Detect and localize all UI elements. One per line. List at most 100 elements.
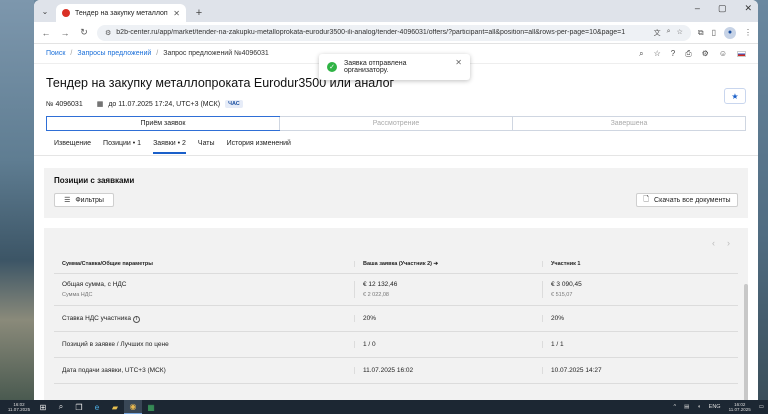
- edge-icon[interactable]: e: [88, 400, 106, 414]
- tender-header: Тендер на закупку металлопроката Eurodur…: [34, 76, 758, 108]
- filters-button[interactable]: ☰ Фильтры: [54, 193, 114, 207]
- tab-search-icon[interactable]: ⌄: [38, 4, 52, 18]
- back-icon[interactable]: ←: [40, 27, 52, 39]
- page-tabs: Извещение Позиции • 1 Заявки • 2 Чаты Ис…: [34, 140, 758, 156]
- scrollbar-thumb[interactable]: [744, 284, 748, 400]
- menu-icon[interactable]: ⋮: [744, 28, 752, 37]
- row-label: Общая сумма, с НДС: [62, 281, 127, 288]
- prev-page-icon[interactable]: ‹: [712, 238, 715, 248]
- close-icon[interactable]: ✕: [455, 58, 462, 67]
- help-icon[interactable]: ?: [671, 49, 675, 58]
- tab-history[interactable]: История изменений: [227, 140, 291, 152]
- info-icon[interactable]: i: [132, 315, 140, 323]
- stage-review: Рассмотрение: [279, 117, 512, 130]
- left-date: 11.07.2025: [7, 407, 31, 412]
- chrome-icon[interactable]: ◉: [124, 400, 142, 414]
- address-bar[interactable]: ⚙ b2b-center.ru/app/market/tender-na-zak…: [97, 24, 691, 41]
- breadcrumb-current: Запрос предложений №4096031: [163, 50, 269, 57]
- settings-icon[interactable]: ⚙: [702, 49, 709, 58]
- profile-avatar-icon[interactable]: ●: [724, 26, 736, 39]
- network-icon[interactable]: ▤: [684, 404, 689, 410]
- language-flag-icon[interactable]: [737, 50, 746, 57]
- breadcrumb-separator: /: [156, 50, 159, 57]
- your-vat-rate: 20%: [354, 315, 542, 322]
- bookmark-star-icon[interactable]: ☆: [677, 28, 683, 38]
- row-label: Дата подачи заявки, UTC+3 (МСК): [62, 367, 166, 374]
- stage-completed: Завершена: [512, 117, 745, 130]
- tender-number: № 4096031: [46, 100, 83, 108]
- calendar-icon: ▦: [96, 101, 104, 108]
- row-label: Позиций в заявке / Лучших по цене: [62, 341, 169, 348]
- header-your-bid-label: Ваша заявка (Участник 2): [363, 260, 432, 267]
- p1-positions: 1 / 1: [542, 341, 738, 348]
- clock-date: 11.07.2025: [728, 407, 751, 412]
- scrollbar[interactable]: [744, 278, 748, 400]
- tab-chats[interactable]: Чаты: [198, 140, 215, 152]
- file-explorer-icon[interactable]: ▰: [106, 400, 124, 414]
- favorite-star-button[interactable]: ★: [724, 88, 746, 104]
- your-positions: 1 / 0: [354, 341, 542, 348]
- filters-label: Фильтры: [75, 196, 104, 204]
- close-window-icon[interactable]: ✕: [744, 3, 752, 14]
- tab-bids[interactable]: Заявки • 2: [153, 140, 186, 154]
- table-row: Общая сумма, с НДС Сумма НДС € 12 132,46…: [54, 274, 738, 306]
- notifications-icon[interactable]: ▭: [759, 404, 764, 410]
- stage-progress: Приём заявок Рассмотрение Завершена: [46, 116, 746, 131]
- reload-icon[interactable]: ↻: [78, 27, 90, 39]
- p1-submit-date: 10.07.2025 14:27: [542, 367, 738, 374]
- user-icon[interactable]: ☺: [719, 49, 727, 58]
- breadcrumb: Поиск / Запросы предложений / Запрос пре…: [46, 50, 269, 57]
- url-text[interactable]: b2b-center.ru/app/market/tender-na-zakup…: [116, 29, 648, 36]
- minimize-icon[interactable]: –: [695, 3, 700, 14]
- arrow-right-circle-icon[interactable]: ➔: [434, 261, 439, 267]
- forward-icon[interactable]: →: [59, 27, 71, 39]
- positions-title: Позиции с заявками: [54, 176, 135, 185]
- download-all-button[interactable]: 🗋 Скачать все документы: [636, 193, 738, 207]
- windows-start-icon[interactable]: ⊞: [34, 400, 52, 414]
- p1-vat-rate: 20%: [542, 315, 738, 322]
- tray-chevron-icon[interactable]: ^: [674, 404, 677, 410]
- extensions-icon[interactable]: ⧉: [698, 28, 704, 38]
- favorites-icon[interactable]: ☆: [654, 49, 661, 58]
- search-icon[interactable]: ⌕: [639, 49, 643, 59]
- notification-toast: ✓ Заявка отправлена организатору. ✕: [319, 54, 470, 80]
- table-header-row: Сумма/Ставка/Общие параметры Ваша заявка…: [54, 254, 738, 274]
- taskbar: 16:02 11.07.2025 ⊞ ⌕ ❐ e ▰ ◉ ▦ ^ ▤ ◖ ENG…: [0, 400, 768, 414]
- comparison-table: Сумма/Ставка/Общие параметры Ваша заявка…: [54, 254, 738, 384]
- success-check-icon: ✓: [327, 62, 337, 72]
- translate-icon[interactable]: 文: [654, 28, 661, 38]
- tab-title: Тендер на закупку металлопрока: [75, 9, 168, 17]
- browser-toolbar: ← → ↻ ⚙ b2b-center.ru/app/market/tender-…: [34, 22, 758, 44]
- breadcrumb-requests-link[interactable]: Запросы предложений: [77, 50, 151, 57]
- breadcrumb-search-link[interactable]: Поиск: [46, 50, 65, 57]
- timezone-badge: ЧАС: [225, 100, 243, 108]
- bids-comparison-panel: ‹ › Сумма/Ставка/Общие параметры Ваша за…: [44, 228, 748, 400]
- document-icon: 🗋: [643, 195, 650, 203]
- sidebar-icon[interactable]: ▯: [712, 28, 716, 37]
- tab-notice[interactable]: Извещение: [54, 140, 91, 152]
- header-params: Сумма/Ставка/Общие параметры: [62, 260, 153, 267]
- header-your-bid: Ваша заявка (Участник 2) ➔: [354, 260, 542, 267]
- print-icon[interactable]: ⎙: [685, 49, 691, 59]
- your-total: € 12 132,46: [363, 281, 398, 288]
- column-pager: ‹ ›: [712, 238, 730, 248]
- system-clock[interactable]: 16:02 11.07.2025: [729, 402, 751, 412]
- stage-receiving: Приём заявок: [46, 116, 280, 131]
- star-icon: ★: [731, 91, 739, 101]
- zoom-icon[interactable]: ⌕: [667, 28, 671, 38]
- excel-icon[interactable]: ▦: [142, 400, 160, 414]
- site-info-icon[interactable]: ⚙: [105, 29, 111, 37]
- table-row: Ставка НДС участника i 20% 20%: [54, 306, 738, 332]
- close-tab-icon[interactable]: ✕: [173, 9, 180, 18]
- next-page-icon[interactable]: ›: [727, 238, 730, 248]
- browser-tab[interactable]: Тендер на закупку металлопрока ✕: [56, 4, 186, 22]
- language-indicator[interactable]: ENG: [709, 404, 721, 410]
- row-sublabel: Сумма НДС: [62, 292, 93, 298]
- volume-icon[interactable]: ◖: [697, 404, 700, 410]
- new-tab-icon[interactable]: +: [192, 6, 206, 20]
- task-view-icon[interactable]: ❐: [70, 400, 88, 414]
- header-participant-1: Участник 1: [542, 260, 738, 267]
- maximize-icon[interactable]: ▢: [718, 3, 727, 14]
- search-icon[interactable]: ⌕: [52, 400, 70, 414]
- tab-positions[interactable]: Позиции • 1: [103, 140, 141, 152]
